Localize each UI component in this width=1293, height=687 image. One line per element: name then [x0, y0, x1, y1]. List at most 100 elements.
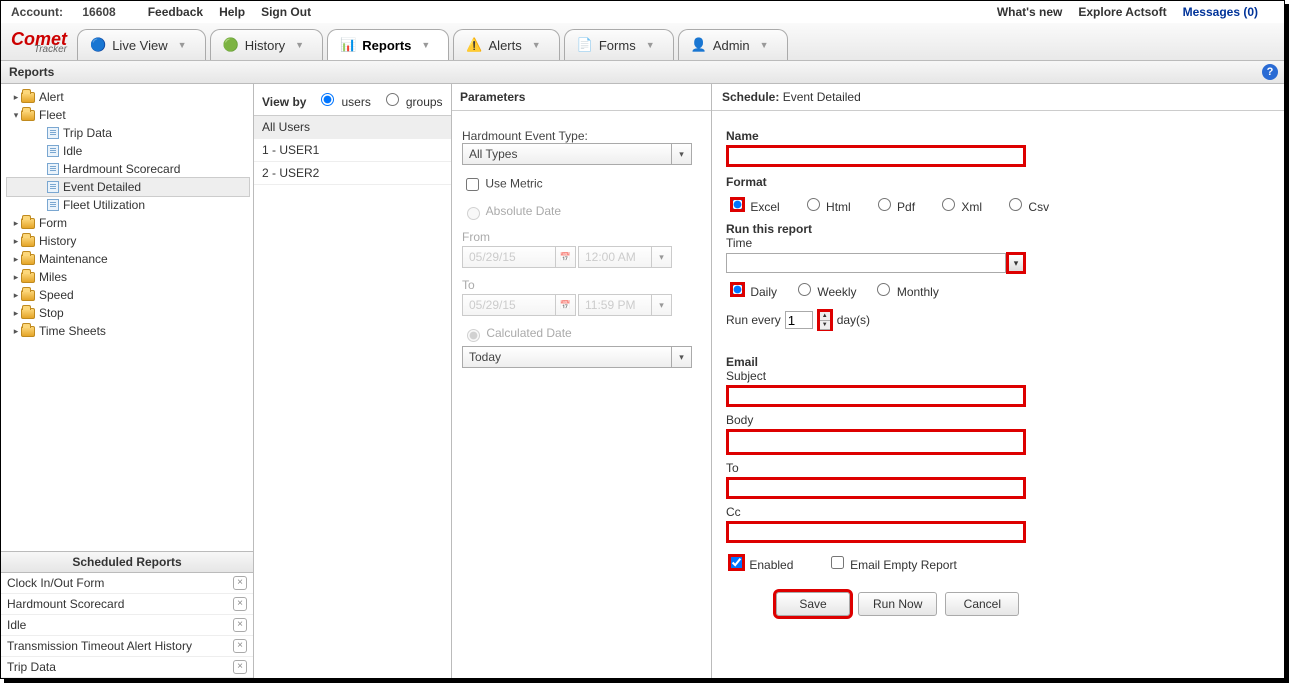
- freq-label: Monthly: [897, 285, 939, 299]
- signout-link[interactable]: Sign Out: [261, 5, 311, 19]
- tree-item-idle[interactable]: Idle: [7, 142, 249, 160]
- time-dropdown-button[interactable]: ▾: [1006, 252, 1026, 274]
- delete-icon[interactable]: ×: [233, 639, 247, 653]
- folder-icon: [21, 326, 35, 337]
- whats-new-link[interactable]: What's new: [997, 5, 1063, 19]
- tab-label: Admin: [713, 38, 750, 53]
- folder-icon: [21, 254, 35, 265]
- chevron-down-icon[interactable]: ▾: [671, 144, 691, 164]
- body-input[interactable]: [726, 429, 1026, 455]
- tab-live-view[interactable]: 🔵Live View▼: [77, 29, 206, 60]
- expand-icon[interactable]: ▸: [11, 218, 21, 229]
- freq-daily-radio[interactable]: [731, 283, 744, 296]
- cc-input[interactable]: [726, 521, 1026, 543]
- tree-folder-alert[interactable]: ▸Alert: [7, 88, 249, 106]
- format-xml-radio[interactable]: [942, 198, 955, 211]
- tab-label: History: [245, 38, 285, 53]
- help-link[interactable]: Help: [219, 5, 245, 19]
- tab-label: Forms: [599, 38, 636, 53]
- tree-folder-time-sheets[interactable]: ▸Time Sheets: [7, 322, 249, 340]
- from-label: From: [462, 230, 701, 244]
- tree-label: Miles: [39, 270, 67, 284]
- absolute-date-radio: [467, 207, 480, 220]
- calculated-date-radio: [467, 329, 480, 342]
- user-list-item[interactable]: 2 - USER2: [254, 162, 451, 185]
- schedule-title: Schedule:: [722, 90, 779, 104]
- tree-folder-stop[interactable]: ▸Stop: [7, 304, 249, 322]
- format-html-radio[interactable]: [807, 198, 820, 211]
- enabled-checkbox[interactable]: [730, 556, 743, 569]
- expand-icon[interactable]: ▾: [11, 110, 21, 121]
- tree-item-trip-data[interactable]: Trip Data: [7, 124, 249, 142]
- save-button[interactable]: Save: [776, 592, 850, 616]
- tab-admin[interactable]: 👤Admin▼: [678, 29, 788, 60]
- expand-icon[interactable]: ▸: [11, 236, 21, 247]
- expand-icon[interactable]: ▸: [11, 254, 21, 265]
- delete-icon[interactable]: ×: [233, 660, 247, 674]
- tree-folder-form[interactable]: ▸Form: [7, 214, 249, 232]
- run-every-unit: day(s): [837, 313, 870, 327]
- use-metric-checkbox[interactable]: [466, 178, 479, 191]
- tab-icon: ⚠️: [466, 37, 482, 53]
- tree-folder-fleet[interactable]: ▾Fleet: [7, 106, 249, 124]
- subject-input[interactable]: [726, 385, 1026, 407]
- expand-icon[interactable]: ▸: [11, 290, 21, 301]
- time-input[interactable]: [726, 253, 1006, 273]
- user-list-item[interactable]: 1 - USER1: [254, 139, 451, 162]
- viewby-users-radio[interactable]: [321, 93, 334, 106]
- to-input[interactable]: [726, 477, 1026, 499]
- expand-icon[interactable]: ▸: [11, 326, 21, 337]
- user-list-item[interactable]: All Users: [254, 116, 451, 139]
- scheduled-report-item[interactable]: Clock In/Out Form×: [1, 573, 253, 594]
- feedback-link[interactable]: Feedback: [148, 5, 203, 19]
- expand-icon[interactable]: ▸: [11, 308, 21, 319]
- reports-section-title: Reports: [9, 65, 54, 79]
- explore-link[interactable]: Explore Actsoft: [1078, 5, 1166, 19]
- cancel-button[interactable]: Cancel: [945, 592, 1019, 616]
- scheduled-report-label: Trip Data: [7, 660, 56, 674]
- format-pdf-radio[interactable]: [878, 198, 891, 211]
- tree-folder-maintenance[interactable]: ▸Maintenance: [7, 250, 249, 268]
- tab-label: Alerts: [489, 38, 522, 53]
- event-type-label: Hardmount Event Type:: [462, 129, 701, 143]
- scheduled-report-item[interactable]: Hardmount Scorecard×: [1, 594, 253, 615]
- delete-icon[interactable]: ×: [233, 618, 247, 632]
- tree-folder-miles[interactable]: ▸ Miles: [7, 268, 249, 286]
- tree-item-hardmount-scorecard[interactable]: Hardmount Scorecard: [7, 160, 249, 178]
- file-icon: [47, 163, 59, 175]
- format-csv-radio[interactable]: [1009, 198, 1022, 211]
- scheduled-report-item[interactable]: Transmission Timeout Alert History×: [1, 636, 253, 657]
- time-label: Time: [726, 236, 1270, 250]
- name-input[interactable]: [726, 145, 1026, 167]
- chevron-down-icon[interactable]: ▾: [671, 347, 691, 367]
- tree-item-event-detailed[interactable]: Event Detailed: [7, 178, 249, 196]
- freq-weekly-radio[interactable]: [798, 283, 811, 296]
- tree-folder-history[interactable]: ▸History: [7, 232, 249, 250]
- tab-forms[interactable]: 📄Forms▼: [564, 29, 674, 60]
- tree-folder-speed[interactable]: ▸Speed: [7, 286, 249, 304]
- delete-icon[interactable]: ×: [233, 576, 247, 590]
- tab-alerts[interactable]: ⚠️Alerts▼: [453, 29, 559, 60]
- format-excel-radio[interactable]: [731, 198, 744, 211]
- run-every-spinner[interactable]: ▲▼: [817, 309, 833, 331]
- viewby-groups-radio[interactable]: [386, 93, 399, 106]
- run-every-input[interactable]: [785, 311, 813, 329]
- tab-label: Reports: [362, 38, 411, 53]
- expand-icon[interactable]: ▸: [11, 272, 21, 283]
- delete-icon[interactable]: ×: [233, 597, 247, 611]
- tab-history[interactable]: 🟢History▼: [210, 29, 324, 60]
- expand-icon[interactable]: ▸: [11, 92, 21, 103]
- run-now-button[interactable]: Run Now: [858, 592, 937, 616]
- folder-icon: [21, 218, 35, 229]
- calculated-date-select[interactable]: Today▾: [462, 346, 692, 368]
- freq-monthly-radio[interactable]: [877, 283, 890, 296]
- messages-link[interactable]: Messages (0): [1183, 5, 1258, 19]
- help-icon[interactable]: ?: [1262, 64, 1278, 80]
- email-empty-checkbox[interactable]: [831, 556, 844, 569]
- scheduled-report-item[interactable]: Idle×: [1, 615, 253, 636]
- tab-reports[interactable]: 📊Reports▼: [327, 29, 449, 60]
- tree-item-fleet-utilization[interactable]: Fleet Utilization: [7, 196, 249, 214]
- event-type-select[interactable]: All Types▾: [462, 143, 692, 165]
- enabled-label: Enabled: [749, 558, 793, 572]
- scheduled-report-item[interactable]: Trip Data ×: [1, 657, 253, 678]
